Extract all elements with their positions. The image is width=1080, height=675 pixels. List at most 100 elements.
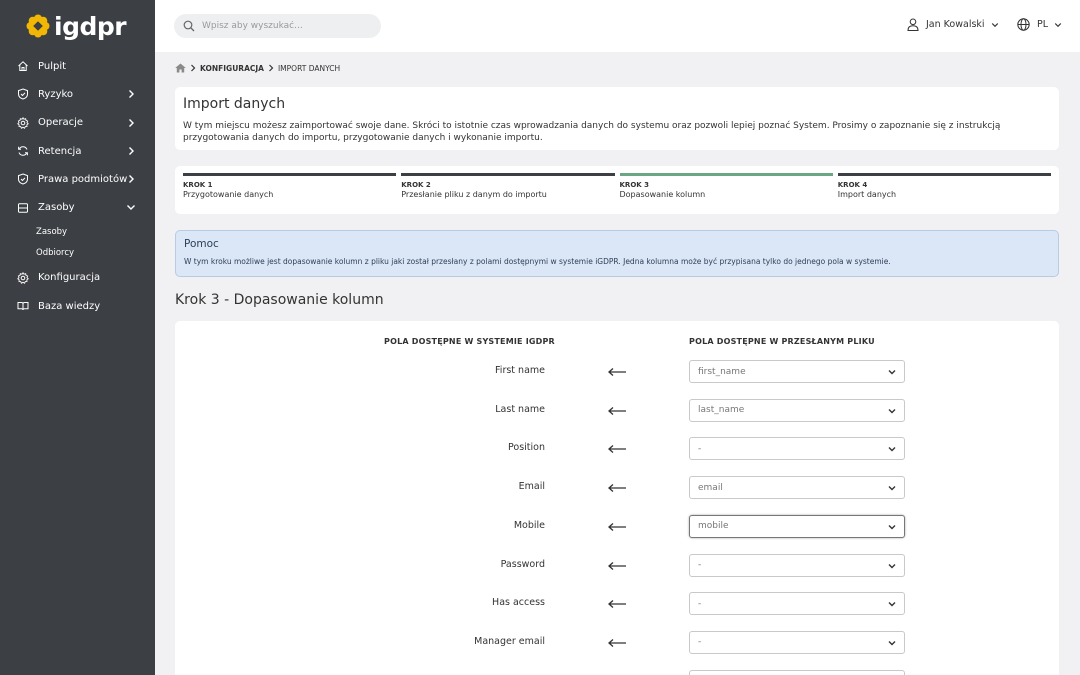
user-name: Jan Kowalski [926,19,985,30]
sidebar-item-ryzyko[interactable]: Ryzyko [0,80,155,108]
system-field-label: Email [518,481,545,493]
chevron-right-icon [129,146,134,155]
step-3[interactable]: KROK 3 Dopasowanie kolumn [619,173,833,207]
sidebar-item-pulpit[interactable]: Pulpit [0,52,155,80]
sidebar-item-prawa-podmiotow[interactable]: Prawa podmiotów [0,165,155,193]
help-title: Pomoc [184,238,219,250]
shield-icon [16,173,29,186]
system-field-label: Mobile [513,519,545,531]
page-title: Import danych [183,96,286,112]
wizard-steps: KROK 1 Przygotowanie danych KROK 2 Przes… [175,166,1059,214]
sidebar-item-konfiguracja[interactable]: Konfiguracja [0,264,155,292]
file-column-select[interactable]: mobile [689,514,905,538]
sidebar-item-operacje[interactable]: Operacje [0,109,155,137]
intro-card: Import danych W tym miejscu możesz zaimp… [175,87,1059,150]
file-column-select[interactable]: - [689,553,905,577]
home-icon[interactable] [175,63,186,73]
system-field-label: Position [508,442,545,454]
file-column-select[interactable]: - [689,592,905,616]
logo[interactable]: igdpr [26,11,127,41]
sidebar-item-label: Konfiguracja [38,272,101,284]
system-fields-header: POLA DOSTĘPNE W SYSTEMIE IGDPR [384,337,555,346]
system-field-label: First name [495,365,545,376]
chevron-down-icon [1054,22,1062,27]
chevron-right-icon [129,118,134,127]
file-column-select[interactable]: - [689,630,905,654]
globe-icon [1017,18,1030,31]
step-2[interactable]: KROK 2 Przesłanie pliku z danym do impor… [401,173,615,207]
sidebar-subitem-odbiorcy[interactable]: Odbiorcy [0,243,155,264]
topbar: Jan Kowalski PL [155,0,1080,52]
sidebar-subitem-zasoby[interactable]: Zasoby [0,222,155,243]
chevron-down-icon [888,486,896,491]
sidebar-item-label: Prawa podmiotów [38,173,128,185]
sidebar-item-label: Zasoby [38,202,75,214]
step-title: Dopasowanie kolumn [619,190,706,199]
breadcrumb-current: IMPORT DANYCH [277,63,341,73]
help-box: Pomoc W tym kroku możliwe jest dopasowan… [175,230,1059,277]
arrow-left-icon [608,368,626,376]
help-text: W tym kroku możliwe jest dopasowanie kol… [184,257,891,266]
step-label: KROK 4 [837,181,868,189]
sidebar-item-label: Baza wiedzy [38,300,101,312]
arrow-left-icon [608,484,626,493]
arrow-left-icon [608,600,626,609]
section-title: Krok 3 - Dopasowanie kolumn [175,292,384,308]
home-icon [16,60,29,73]
step-label: KROK 1 [183,181,213,189]
system-field-label: Has access [492,597,545,609]
sidebar-item-retencja[interactable]: Retencja [0,137,155,165]
select-value: email [698,482,723,493]
logo-flower-icon [26,14,50,38]
refresh-icon [16,145,29,158]
column-mapping-card: POLA DOSTĘPNE W SYSTEMIE IGDPR POLA DOST… [175,321,1059,675]
sidebar: igdpr Pulpit Ryzyko Operacje Retencja Pr… [0,0,155,675]
user-menu[interactable]: Jan Kowalski [907,18,999,31]
breadcrumb: KONFIGURACJA IMPORT DANYCH [175,63,340,73]
chevron-down-icon [888,370,896,375]
file-column-select[interactable]: email [689,476,905,500]
arrow-left-icon [608,561,626,570]
arrow-left-icon [608,522,626,531]
sidebar-nav: Pulpit Ryzyko Operacje Retencja Prawa po… [0,52,155,320]
step-title: Przesłanie pliku z danym do importu [401,190,547,199]
file-column-select[interactable] [689,669,905,675]
select-value: - [698,560,702,570]
sidebar-item-label: Retencja [38,145,82,157]
file-column-select[interactable]: first_name [689,360,905,383]
sidebar-item-baza-wiedzy[interactable]: Baza wiedzy [0,292,155,320]
gear-icon [16,271,29,284]
chevron-down-icon [888,563,896,568]
chevron-right-icon [129,175,134,184]
language-switcher[interactable]: PL [1017,18,1062,31]
chevron-right-icon [191,64,196,72]
chevron-down-icon [127,205,135,211]
search-input[interactable] [202,21,372,31]
select-value: - [698,637,702,648]
step-4[interactable]: KROK 4 Import danych [837,173,1051,207]
search-box[interactable] [174,14,381,38]
arrow-left-icon [608,406,626,415]
book-icon [16,300,29,313]
sidebar-item-zasoby[interactable]: Zasoby [0,193,155,221]
step-label: KROK 2 [401,181,431,189]
system-field-label: Password [500,558,545,570]
chevron-down-icon [888,447,896,452]
sidebar-item-label: Operacje [38,117,84,129]
logo-text: igdpr [54,11,127,41]
file-column-select[interactable]: - [689,437,905,461]
select-value: - [698,598,702,609]
chevron-down-icon [991,22,998,27]
search-icon [183,20,195,32]
gear-icon [16,116,29,129]
chevron-down-icon [888,640,896,646]
breadcrumb-parent[interactable]: KONFIGURACJA [200,64,264,73]
database-icon [16,201,29,214]
chevron-down-icon [888,408,896,414]
file-column-select[interactable]: last_name [689,398,905,422]
user-icon [907,18,919,31]
language-code: PL [1037,19,1049,30]
select-value: - [698,443,702,454]
system-field-label: Last name [495,403,545,415]
step-1[interactable]: KROK 1 Przygotowanie danych [183,173,397,207]
